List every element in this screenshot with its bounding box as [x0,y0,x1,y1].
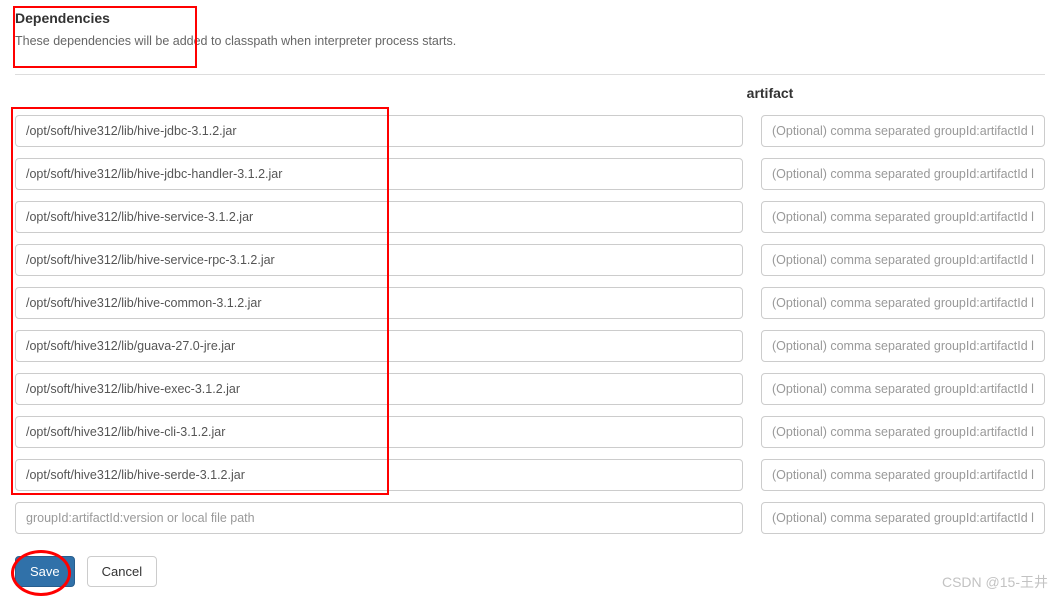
dependencies-subtitle: These dependencies will be added to clas… [15,34,1045,48]
exclude-input[interactable] [761,115,1045,147]
artifact-column-header: artifact [495,75,1045,115]
artifact-input[interactable] [15,330,743,362]
exclude-input[interactable] [761,416,1045,448]
dependencies-header: Dependencies These dependencies will be … [15,10,1045,60]
artifact-input[interactable] [15,115,743,147]
exclude-input-new[interactable] [761,502,1045,534]
dependencies-list [15,115,1045,534]
dependency-row [15,115,1045,147]
dependency-row [15,330,1045,362]
action-buttons: Save Cancel [15,556,1045,587]
cancel-button[interactable]: Cancel [87,556,157,587]
exclude-input[interactable] [761,330,1045,362]
dependency-row [15,287,1045,319]
artifact-input[interactable] [15,287,743,319]
exclude-input[interactable] [761,244,1045,276]
artifact-input[interactable] [15,158,743,190]
exclude-input[interactable] [761,201,1045,233]
artifact-input[interactable] [15,244,743,276]
exclude-input[interactable] [761,287,1045,319]
artifact-input-new[interactable] [15,502,743,534]
exclude-input[interactable] [761,158,1045,190]
dependency-row [15,244,1045,276]
exclude-input[interactable] [761,373,1045,405]
dependency-row [15,459,1045,491]
dependency-row [15,158,1045,190]
exclude-input[interactable] [761,459,1045,491]
dependency-row [15,373,1045,405]
dependency-row-empty [15,502,1045,534]
artifact-input[interactable] [15,416,743,448]
dependency-row [15,416,1045,448]
artifact-input[interactable] [15,201,743,233]
dependencies-title: Dependencies [15,10,1045,26]
save-button[interactable]: Save [15,556,75,587]
artifact-input[interactable] [15,373,743,405]
dependency-row [15,201,1045,233]
artifact-input[interactable] [15,459,743,491]
